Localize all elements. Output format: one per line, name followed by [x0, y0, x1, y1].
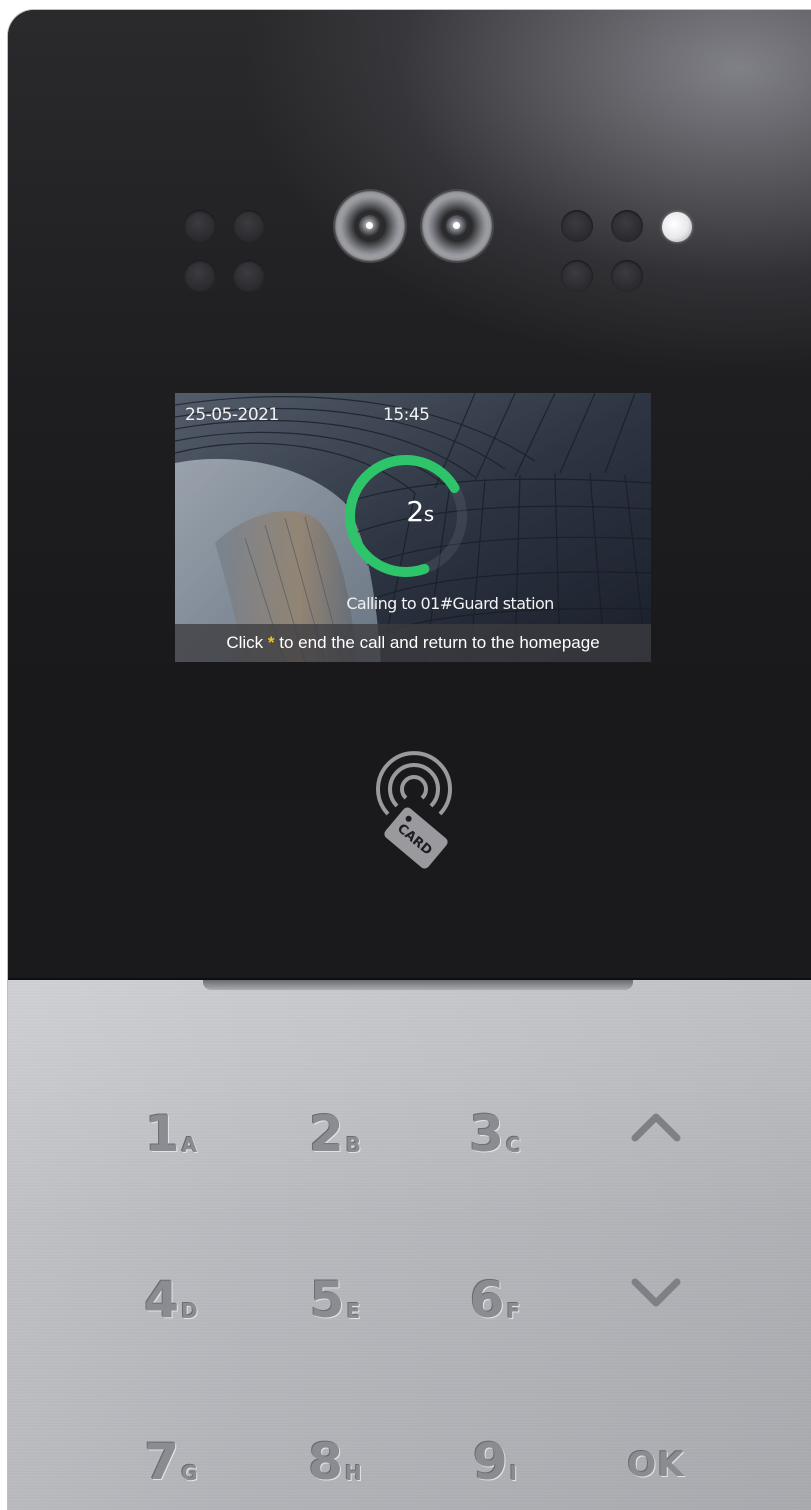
calling-status-text: Calling to 01#Guard station [346, 594, 554, 613]
key-digit: 4 [144, 1271, 180, 1329]
key-letter: E [346, 1299, 361, 1323]
key-letter: C [506, 1133, 521, 1157]
key-digit: 1 [144, 1105, 180, 1163]
nfc-card-icon[interactable]: CARD [364, 742, 464, 882]
down-arrow-icon [631, 1278, 681, 1307]
ok-label: OK [627, 1445, 685, 1485]
call-screen: 25-05-2021 15:45 2s Calling to 01#Guard … [175, 393, 651, 662]
key-letter: F [506, 1299, 521, 1323]
key-6[interactable]: 6F [440, 1246, 550, 1326]
door-station-device: 25-05-2021 15:45 2s Calling to 01#Guard … [8, 10, 811, 1510]
camera-lens-left [335, 191, 405, 261]
key-digit: 7 [144, 1433, 180, 1491]
ir-led-icon [561, 210, 593, 242]
key-ok[interactable]: OK [601, 1408, 711, 1488]
keypad-panel: 1A 2B 3C 4D 5E 6F 7G 8 H 9 I OK [8, 980, 811, 1510]
light-sensor-icon [662, 212, 692, 242]
time-text: 15:45 [383, 405, 430, 425]
ir-led-icon [561, 260, 593, 292]
key-letter: D [181, 1299, 198, 1323]
key-5[interactable]: 5E [280, 1246, 390, 1326]
key-letter: A [181, 1133, 198, 1157]
key-4[interactable]: 4D [116, 1246, 226, 1326]
ir-led-icon [184, 260, 216, 292]
key-9[interactable]: 9I [440, 1408, 550, 1488]
countdown-unit: s [423, 502, 434, 526]
ir-led-icon [611, 210, 643, 242]
hint-prefix: Click [226, 633, 264, 652]
date-text: 25-05-2021 [185, 405, 279, 425]
camera-lens-right [422, 191, 492, 261]
countdown-value: 2 [406, 495, 424, 528]
up-arrow-icon [631, 1113, 681, 1142]
ir-led-icon [184, 210, 216, 242]
key-up[interactable] [601, 1080, 711, 1160]
ir-led-icon [233, 210, 265, 242]
front-glass-panel: 25-05-2021 15:45 2s Calling to 01#Guard … [8, 10, 811, 980]
key-digit: 8 [308, 1433, 344, 1491]
countdown-display: 2s [175, 495, 651, 528]
star-key-symbol: * [267, 633, 275, 652]
hint-suffix: to end the call and return to the homepa… [279, 633, 600, 652]
key-letter: G [181, 1461, 198, 1485]
key-2[interactable]: 2B [280, 1080, 390, 1160]
key-8[interactable]: 8H [280, 1408, 390, 1488]
key-digit: 3 [469, 1105, 505, 1163]
ir-led-icon [611, 260, 643, 292]
key-digit: 2 [308, 1105, 344, 1163]
key-down[interactable] [601, 1246, 711, 1326]
key-7[interactable]: 7G [116, 1408, 226, 1488]
key-digit: 5 [309, 1271, 345, 1329]
key-letter: H [345, 1461, 362, 1485]
end-call-hint-bar: Click * to end the call and return to th… [175, 624, 651, 662]
key-digit: 6 [469, 1271, 505, 1329]
ir-led-icon [233, 260, 265, 292]
key-1[interactable]: 1A [116, 1080, 226, 1160]
panel-seam [203, 980, 633, 990]
key-letter: B [345, 1133, 362, 1157]
key-digit: 9 [472, 1433, 508, 1491]
key-3[interactable]: 3C [440, 1080, 550, 1160]
key-letter: I [509, 1461, 518, 1485]
